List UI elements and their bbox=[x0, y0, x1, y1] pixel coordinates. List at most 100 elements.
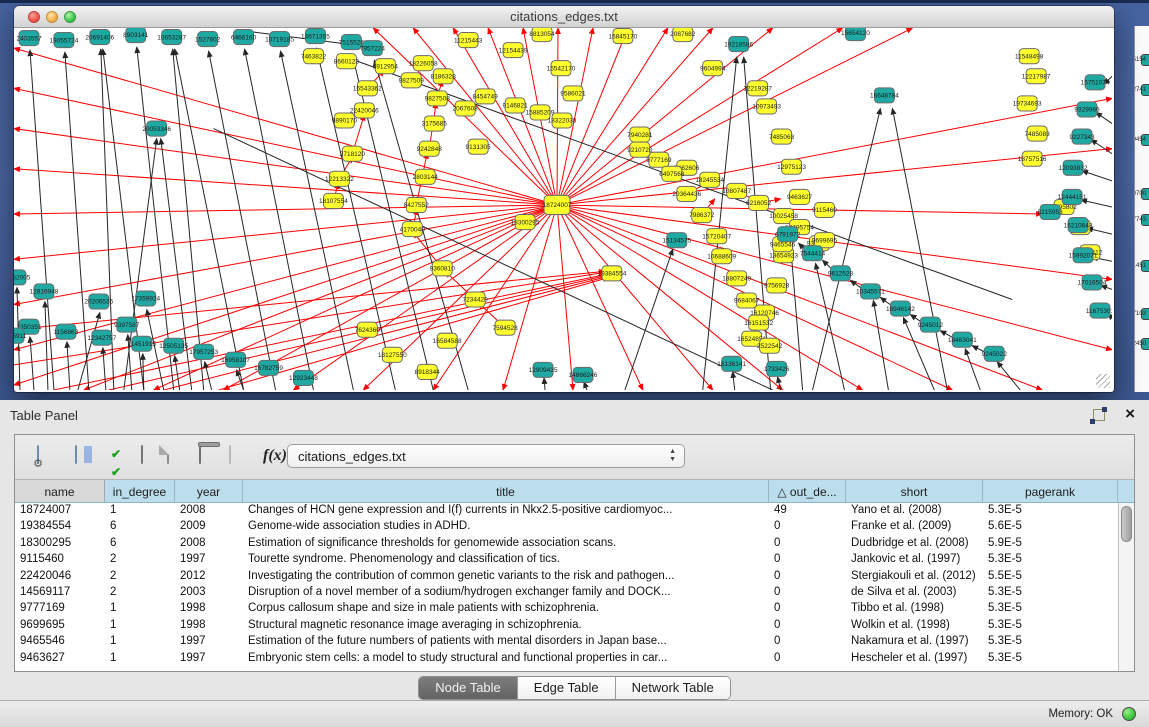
graph-node[interactable]: 9360810 bbox=[430, 261, 456, 276]
graph-node[interactable]: 18724007 bbox=[543, 195, 572, 214]
graph-edge[interactable] bbox=[557, 28, 713, 205]
table-row[interactable]: 969969511998Structural magnetic resonanc… bbox=[15, 618, 1118, 634]
table-row[interactable]: 977716911998Corpus callosum shape and si… bbox=[15, 601, 1118, 617]
graph-edge[interactable] bbox=[733, 372, 735, 390]
graph-node[interactable]: 12923448 bbox=[289, 370, 318, 385]
graph-node[interactable]: 19734693 bbox=[1013, 96, 1042, 111]
graph-edge[interactable] bbox=[245, 49, 314, 390]
network-canvas[interactable]: 1872400786601238912954182260589827509165… bbox=[14, 28, 1112, 390]
graph-node[interactable]: 9146821 bbox=[502, 98, 528, 113]
graph-node[interactable]: 7463822 bbox=[301, 49, 327, 64]
graph-edge[interactable] bbox=[1082, 171, 1112, 181]
table-row[interactable]: 946554611997Estimation of the future num… bbox=[15, 634, 1118, 650]
column-header-year[interactable]: year bbox=[175, 480, 243, 502]
graph-edge[interactable] bbox=[103, 348, 106, 390]
graph-edge[interactable] bbox=[892, 108, 947, 390]
column-header-in_degree[interactable]: in_degree bbox=[105, 480, 175, 502]
graph-edge[interactable] bbox=[625, 249, 673, 390]
table-row[interactable]: 1830029562008Estimation of significance … bbox=[15, 536, 1118, 552]
graph-edge[interactable] bbox=[45, 302, 48, 390]
table-row[interactable]: 1938455462009Genome-wide association stu… bbox=[15, 519, 1118, 535]
graph-node[interactable]: 9329966 bbox=[1074, 102, 1100, 117]
graph-node[interactable]: 18807249 bbox=[722, 271, 751, 286]
graph-node[interactable]: 11215443 bbox=[454, 33, 483, 48]
graph-node[interactable]: 12219287 bbox=[743, 81, 772, 96]
graph-node[interactable]: 8660123 bbox=[334, 54, 360, 69]
select-attributes-icon[interactable] bbox=[111, 445, 121, 481]
tab-edge-table[interactable]: Edge Table bbox=[518, 677, 616, 699]
graph-node[interactable]: 16946142 bbox=[886, 301, 915, 316]
graph-node[interactable]: 8912954 bbox=[373, 59, 399, 74]
graph-node[interactable]: 8215953 bbox=[1038, 204, 1064, 219]
graph-node[interactable]: 3175685 bbox=[422, 116, 448, 131]
graph-node[interactable]: 7986372 bbox=[689, 207, 715, 222]
graph-node[interactable]: 9245022 bbox=[982, 346, 1008, 361]
network-table-select[interactable]: citations_edges.txt ▲▼ bbox=[287, 444, 685, 468]
graph-node[interactable]: 9756928 bbox=[764, 278, 790, 293]
tab-node-table[interactable]: Node Table bbox=[419, 677, 518, 699]
graph-node[interactable]: 6497568 bbox=[659, 166, 685, 181]
table-row[interactable]: 1872400712008Changes of HCN gene express… bbox=[15, 503, 1118, 519]
graph-node[interactable]: 9115460 bbox=[812, 202, 837, 217]
graph-node[interactable]: 8903141 bbox=[123, 28, 149, 43]
graph-node[interactable]: 16782759 bbox=[254, 360, 283, 375]
graph-node[interactable]: 16845170 bbox=[608, 29, 637, 44]
graph-node[interactable]: 12909435 bbox=[529, 362, 558, 377]
graph-node[interactable]: 15134575 bbox=[662, 233, 691, 248]
graph-edge[interactable] bbox=[30, 50, 54, 390]
graph-node[interactable]: 18463041 bbox=[948, 332, 977, 347]
table-row[interactable]: 1456911722003Disruption of a novel membe… bbox=[15, 585, 1118, 601]
graph-node[interactable]: 16958107 bbox=[221, 352, 250, 367]
graph-edge[interactable] bbox=[997, 362, 1020, 390]
graph-node[interactable]: 9397587 bbox=[114, 317, 140, 332]
graph-node[interactable]: 7544414 bbox=[800, 246, 826, 261]
tab-network-table[interactable]: Network Table bbox=[616, 677, 730, 699]
window-titlebar[interactable]: citations_edges.txt bbox=[14, 6, 1114, 28]
graph-node[interactable]: 19384554 bbox=[598, 266, 627, 281]
graph-node[interactable]: 15654120 bbox=[841, 28, 870, 41]
graph-edge[interactable] bbox=[778, 377, 781, 390]
graph-edge[interactable] bbox=[175, 356, 180, 390]
graph-node[interactable]: 7940281 bbox=[627, 127, 653, 142]
graph-node[interactable]: 17957253 bbox=[189, 344, 218, 359]
graph-edge[interactable] bbox=[14, 169, 557, 205]
graph-node[interactable]: 6466160 bbox=[231, 30, 257, 45]
graph-node[interactable]: 6791972 bbox=[775, 227, 801, 242]
table-row[interactable]: 911546021997Tourette syndrome. Phenomeno… bbox=[15, 552, 1118, 568]
graph-edge[interactable] bbox=[557, 28, 912, 205]
graph-edge[interactable] bbox=[816, 263, 845, 390]
graph-node[interactable]: 4170040 bbox=[400, 222, 426, 237]
graph-edge[interactable] bbox=[873, 301, 888, 390]
graph-node[interactable]: 2067608 bbox=[453, 101, 479, 116]
graph-edge[interactable] bbox=[557, 28, 668, 205]
graph-node[interactable]: 18245534 bbox=[695, 172, 724, 187]
graph-node[interactable]: 9890170 bbox=[332, 113, 358, 128]
graph-node[interactable]: 15720407 bbox=[702, 229, 731, 244]
graph-node[interactable]: 18107554 bbox=[319, 193, 348, 208]
graph-node[interactable]: 12975123 bbox=[777, 159, 806, 174]
graph-node[interactable]: 20053346 bbox=[142, 121, 171, 136]
graph-node[interactable]: 7485063 bbox=[769, 129, 795, 144]
row-height-icon[interactable] bbox=[141, 446, 143, 464]
graph-node[interactable]: 9227343 bbox=[1069, 129, 1095, 144]
graph-node[interactable]: 20691406 bbox=[85, 30, 114, 45]
graph-node[interactable]: 10345571 bbox=[856, 284, 885, 299]
scrollbar-thumb[interactable] bbox=[1121, 506, 1132, 542]
graph-node[interactable]: 12444151 bbox=[1058, 189, 1087, 204]
import-table-icon[interactable] bbox=[229, 446, 231, 464]
graph-edge[interactable] bbox=[209, 51, 276, 390]
graph-node[interactable]: 7594528 bbox=[492, 320, 518, 335]
graph-edge[interactable] bbox=[14, 205, 557, 305]
graph-node[interactable]: 10973493 bbox=[752, 99, 781, 114]
graph-edge[interactable] bbox=[316, 48, 395, 390]
citation-network-graph[interactable]: 1872400786601238912954182260589827509165… bbox=[14, 28, 1112, 390]
graph-node[interactable]: 10719185 bbox=[265, 32, 294, 47]
graph-node[interactable]: 12213322 bbox=[325, 171, 354, 186]
graph-edge[interactable] bbox=[281, 51, 354, 390]
close-panel-icon[interactable]: × bbox=[1125, 404, 1135, 424]
graph-node[interactable]: 6216052 bbox=[746, 195, 772, 210]
graph-node[interactable]: 26162005 bbox=[14, 270, 31, 285]
graph-node[interactable]: 18757516 bbox=[1018, 151, 1047, 166]
graph-node[interactable]: 10653287 bbox=[157, 30, 186, 45]
graph-node[interactable]: 1156863 bbox=[54, 324, 79, 339]
